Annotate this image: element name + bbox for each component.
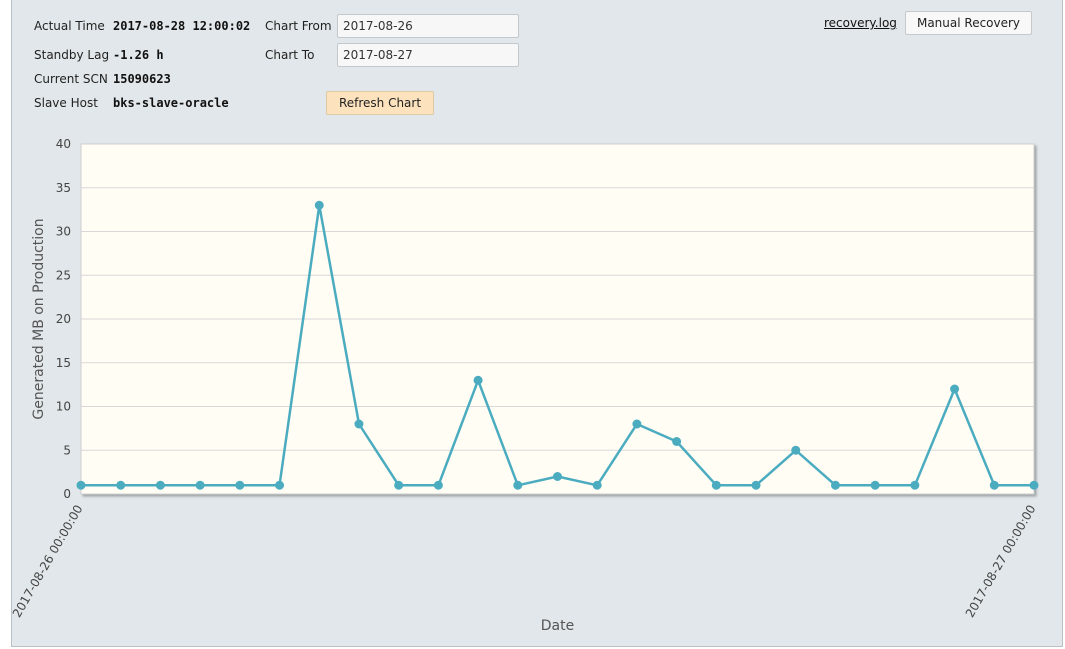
data-point[interactable]: [354, 419, 364, 429]
data-point[interactable]: [195, 480, 205, 490]
y-tick-label: 0: [63, 487, 71, 501]
generated-mb-chart: 0510152025303540 2017-08-26 00:00:00 2017…: [10, 137, 1039, 634]
x-axis-title: Date: [541, 618, 574, 634]
data-point[interactable]: [275, 480, 285, 490]
data-point[interactable]: [870, 480, 880, 490]
data-point[interactable]: [632, 419, 642, 429]
data-point[interactable]: [394, 480, 404, 490]
x-tick-label: 2017-08-27 00:00:00: [963, 503, 1039, 620]
data-point[interactable]: [513, 480, 523, 490]
data-point[interactable]: [314, 200, 324, 210]
data-point[interactable]: [950, 384, 960, 394]
data-point[interactable]: [76, 480, 86, 490]
data-point[interactable]: [1029, 480, 1039, 490]
y-tick-label: 25: [56, 268, 71, 282]
data-point[interactable]: [155, 480, 165, 490]
data-point[interactable]: [235, 480, 245, 490]
data-point[interactable]: [473, 375, 483, 385]
y-axis-title: Generated MB on Production: [31, 218, 47, 419]
data-point[interactable]: [672, 437, 682, 446]
data-point[interactable]: [751, 480, 761, 490]
y-tick-label: 5: [63, 443, 71, 457]
data-point[interactable]: [711, 480, 721, 490]
data-point[interactable]: [910, 480, 920, 490]
data-point[interactable]: [116, 480, 126, 490]
data-point[interactable]: [553, 472, 562, 481]
data-point[interactable]: [989, 480, 999, 490]
x-axis-ticks: 2017-08-26 00:00:00 2017-08-27 00:00:00: [10, 503, 1039, 620]
y-tick-label: 35: [56, 181, 71, 195]
y-tick-label: 15: [56, 356, 71, 370]
y-tick-label: 20: [56, 312, 71, 326]
data-point[interactable]: [830, 480, 840, 490]
data-point[interactable]: [433, 480, 443, 490]
x-tick-label: 2017-08-26 00:00:00: [10, 503, 86, 620]
y-axis-ticks: 0 5 10 15 20 25 30 35 40: [56, 137, 71, 501]
data-point[interactable]: [791, 445, 801, 455]
y-tick-label: 40: [56, 137, 71, 151]
data-point[interactable]: [592, 480, 602, 490]
y-tick-label: 30: [56, 225, 71, 239]
y-tick-label: 10: [56, 400, 71, 414]
